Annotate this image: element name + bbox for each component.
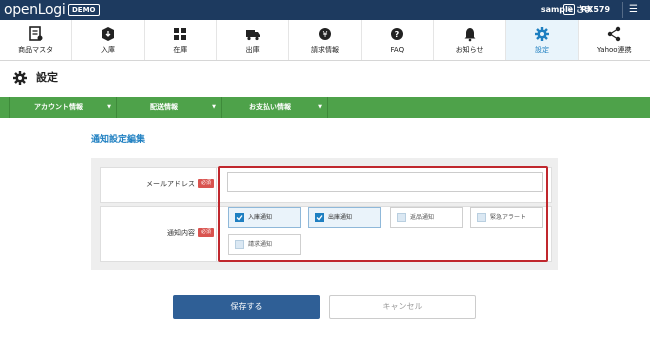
required-badge: 必須 (198, 228, 215, 237)
subnav-delivery-info[interactable]: 配送情報 ▼ (117, 97, 222, 118)
nav-item-inbound[interactable]: 入庫 (72, 20, 145, 60)
nav-item-notices[interactable]: お知らせ (434, 20, 507, 60)
openlogi-logo[interactable]: openLogi (4, 1, 66, 19)
nav-label: お知らせ (455, 46, 484, 54)
svg-text:¥: ¥ (322, 30, 327, 39)
question-icon: ? (391, 28, 404, 40)
subnav-payment-info[interactable]: お支払い情報 ▼ (222, 97, 328, 118)
nav-item-yahoo[interactable]: Yahoo連携 (579, 20, 650, 60)
id-tag: ID (563, 4, 576, 15)
nav-item-billing[interactable]: ¥ 請求情報 (289, 20, 362, 60)
demo-badge: DEMO (68, 4, 100, 16)
caret-down-icon: ▼ (107, 104, 111, 110)
column-divider (216, 167, 217, 262)
nav-item-product-master[interactable]: 商品マスタ (0, 20, 73, 60)
inbound-box-icon (101, 27, 114, 41)
nav-label: 入庫 (100, 46, 115, 54)
settings-subnav: アカウント情報 ▼ 配送情報 ▼ お支払い情報 ▼ (0, 97, 650, 118)
hamburger-menu-icon[interactable]: ☰ (622, 2, 643, 18)
page-header: 設定 (0, 60, 650, 96)
gear-icon (13, 71, 27, 85)
caret-down-icon: ▼ (212, 104, 216, 110)
bell-icon (464, 28, 476, 42)
nav-label: 出庫 (245, 46, 260, 54)
gear-icon (534, 27, 549, 41)
svg-text:?: ? (395, 30, 400, 39)
account-id: RX579 (581, 5, 611, 14)
nav-item-faq[interactable]: ? FAQ (362, 20, 434, 60)
highlight-annotation (218, 166, 548, 262)
subnav-spacer (0, 97, 10, 118)
nav-label: 設定 (534, 46, 549, 54)
product-list-icon (28, 26, 43, 41)
nav-label: FAQ (390, 46, 405, 54)
required-badge: 必須 (198, 179, 215, 188)
nav-label: 商品マスタ (18, 46, 54, 54)
main-nav: 商品マスタ 入庫 在庫 出庫 ¥ 請求情報 ? FAQ お知らせ 設定 Yaho… (0, 20, 650, 61)
save-button[interactable]: 保存する (173, 295, 320, 319)
cancel-button[interactable]: キャンセル (329, 295, 476, 319)
nav-label: Yahoo連携 (596, 46, 632, 54)
page-title: 設定 (36, 71, 58, 84)
nav-item-inventory[interactable]: 在庫 (145, 20, 217, 60)
notify-label: 通知内容 (167, 229, 195, 237)
email-label: メールアドレス (146, 180, 195, 188)
subnav-label: アカウント情報 (34, 103, 83, 111)
inventory-grid-icon (174, 28, 187, 40)
subnav-account-info[interactable]: アカウント情報 ▼ (10, 97, 117, 118)
section-title: 通知設定編集 (91, 135, 146, 145)
share-icon (608, 26, 621, 42)
nav-item-outbound[interactable]: 出庫 (217, 20, 290, 60)
nav-label: 請求情報 (310, 46, 339, 54)
top-bar: openLogi DEMO sample さま ID RX579 ☰ (0, 0, 650, 20)
truck-icon (245, 30, 260, 41)
billing-coin-icon: ¥ (318, 28, 331, 40)
caret-down-icon: ▼ (318, 104, 322, 110)
subnav-label: 配送情報 (150, 103, 178, 111)
nav-label: 在庫 (173, 46, 188, 54)
subnav-label: お支払い情報 (249, 103, 291, 111)
nav-item-settings[interactable]: 設定 (506, 20, 579, 60)
